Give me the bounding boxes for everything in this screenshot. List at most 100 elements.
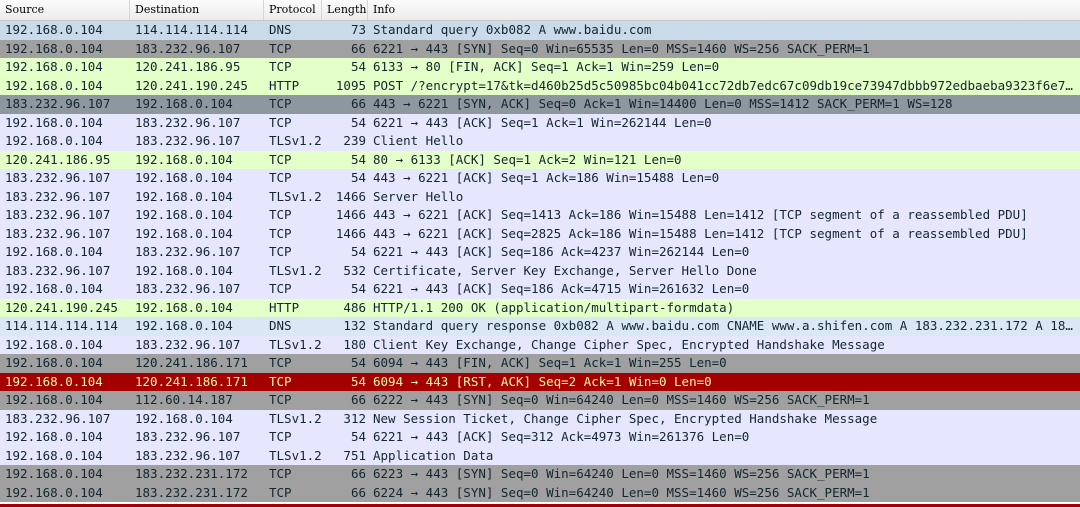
packet-row[interactable]: 192.168.0.104 183.232.96.107 TCP 54 6221 → 4…	[0, 113, 1080, 132]
packet-info-cell: 6224 → 443 [SYN] Seq=0 Win=64240 Len=0 M…	[373, 484, 870, 500]
packet-protocol-cell: TCP	[269, 373, 292, 389]
packet-protocol-cell: TCP	[269, 281, 292, 296]
packet-destination-cell: 192.168.0.104	[135, 207, 233, 222]
packet-row[interactable]: 183.232.96.107 192.168.0.104 TLSv1.2 532 Cer…	[0, 261, 1080, 280]
packet-protocol-cell: TCP	[269, 114, 292, 130]
packet-row[interactable]: 192.168.0.104 120.241.186.171 TCP 54 6094 → …	[0, 372, 1080, 391]
packet-row[interactable]: 192.168.0.104 183.232.96.107 TCP 66 6221 → 4…	[0, 39, 1080, 58]
packet-length-cell: 54	[350, 429, 366, 444]
packet-source-cell: 192.168.0.104	[5, 244, 103, 259]
packet-row[interactable]: 192.168.0.104 114.114.114.114 DNS 73 Standar…	[0, 21, 1080, 40]
packet-row[interactable]: 192.168.0.104 183.232.96.107 TLSv1.2 239 Cli…	[0, 132, 1080, 151]
column-header-protocol[interactable]: Protocol	[264, 0, 322, 20]
packet-protocol-cell: TCP	[269, 151, 292, 167]
packet-destination-cell: 120.241.190.245	[135, 77, 248, 93]
packet-destination-cell: 183.232.231.172	[135, 466, 248, 481]
packet-info-cell: POST /?encrypt=17&tk=d460b25d5c50985bc04…	[373, 77, 1080, 93]
packet-row[interactable]: 183.232.96.107 192.168.0.104 TCP 66 443 → 62…	[0, 95, 1080, 114]
packet-length-cell: 1095	[335, 77, 366, 93]
packet-row[interactable]: 192.168.0.104 183.232.96.107 TCP 54 6221 → 4…	[0, 280, 1080, 299]
packet-source-cell: 192.168.0.104	[5, 59, 103, 74]
packet-source-cell: 192.168.0.104	[5, 40, 103, 56]
packet-row[interactable]: 192.168.0.104 183.232.96.107 TCP 54 6221 → 4…	[0, 428, 1080, 447]
packet-destination-cell: 120.241.186.171	[135, 355, 248, 370]
packet-protocol-cell: TCP	[269, 225, 292, 241]
packet-list-window: Source Destination Protocol Length Info …	[0, 0, 1080, 507]
packet-source-cell: 183.232.96.107	[5, 207, 111, 222]
packet-destination-cell: 120.241.186.95	[135, 59, 241, 74]
packet-row[interactable]: 192.168.0.104 183.232.96.107 TLSv1.2 180 Cli…	[0, 335, 1080, 354]
packet-length-cell: 54	[350, 114, 366, 130]
packet-destination-cell: 192.168.0.104	[135, 151, 233, 167]
packet-length-cell: 54	[350, 170, 366, 185]
packet-destination-cell: 183.232.96.107	[135, 447, 241, 463]
packet-row[interactable]: 183.232.96.107 192.168.0.104 TLSv1.2 312 New…	[0, 409, 1080, 428]
packet-source-cell: 120.241.186.95	[5, 151, 111, 167]
packet-info-cell: Application Data	[373, 447, 494, 463]
packet-row[interactable]: 120.241.186.95 192.168.0.104 TCP 54 80 → 613…	[0, 150, 1080, 169]
packet-source-cell: 192.168.0.104	[5, 373, 103, 389]
column-header-source[interactable]: Source	[0, 0, 130, 20]
packet-protocol-cell: TCP	[269, 244, 292, 259]
column-header-destination[interactable]: Destination	[130, 0, 264, 20]
column-header-length[interactable]: Length	[322, 0, 368, 20]
packet-row[interactable]: 192.168.0.104 183.232.96.107 TCP 54 6221 → 4…	[0, 243, 1080, 262]
packet-protocol-cell: TLSv1.2	[269, 133, 322, 148]
packet-list-header: Source Destination Protocol Length Info	[0, 0, 1080, 21]
packet-length-cell: 54	[350, 281, 366, 296]
packet-source-cell: 114.114.114.114	[5, 318, 118, 333]
packet-length-cell: 66	[350, 392, 366, 407]
packet-destination-cell: 120.241.186.171	[135, 373, 248, 389]
packet-source-cell: 183.232.96.107	[5, 410, 111, 426]
packet-info-cell: 6133 → 80 [FIN, ACK] Seq=1 Ack=1 Win=259…	[373, 59, 720, 74]
packet-source-cell: 192.168.0.104	[5, 429, 103, 444]
packet-source-cell: 192.168.0.104	[5, 466, 103, 481]
packet-info-cell: 443 → 6221 [ACK] Seq=2825 Ack=186 Win=15…	[373, 225, 1028, 241]
packet-info-cell: 443 → 6221 [SYN, ACK] Seq=0 Ack=1 Win=14…	[373, 96, 953, 111]
packet-row[interactable]: 192.168.0.104 112.60.14.187 TCP 66 6222 → 44…	[0, 391, 1080, 410]
packet-length-cell: 180	[343, 336, 366, 352]
column-header-info[interactable]: Info	[368, 0, 1080, 20]
packet-protocol-cell: DNS	[269, 318, 292, 333]
packet-row[interactable]: 114.114.114.114 192.168.0.104 DNS 132 Standa…	[0, 317, 1080, 336]
packet-info-cell: HTTP/1.1 200 OK (application/multipart-f…	[373, 299, 735, 315]
packet-info-cell: Certificate, Server Key Exchange, Server…	[373, 262, 757, 278]
packet-row[interactable]: 183.232.96.107 192.168.0.104 TCP 1466 443 → …	[0, 206, 1080, 225]
packet-length-cell: 532	[343, 262, 366, 278]
packet-destination-cell: 192.168.0.104	[135, 96, 233, 111]
packet-row[interactable]: 183.232.96.107 192.168.0.104 TCP 1466 443 → …	[0, 224, 1080, 243]
packet-info-cell: New Session Ticket, Change Cipher Spec, …	[373, 410, 878, 426]
packet-info-cell: 6222 → 443 [SYN] Seq=0 Win=64240 Len=0 M…	[373, 392, 870, 407]
packet-destination-cell: 183.232.96.107	[135, 133, 241, 148]
packet-source-cell: 183.232.96.107	[5, 170, 111, 185]
packet-protocol-cell: HTTP	[269, 299, 300, 315]
packet-row[interactable]: 183.232.96.107 192.168.0.104 TLSv1.2 1466 Se…	[0, 187, 1080, 206]
packet-info-cell: 6221 → 443 [SYN] Seq=0 Win=65535 Len=0 M…	[373, 40, 870, 56]
packet-length-cell: 66	[350, 96, 366, 111]
packet-info-cell: 443 → 6221 [ACK] Seq=1 Ack=186 Win=15488…	[373, 170, 720, 185]
packet-destination-cell: 183.232.96.107	[135, 114, 241, 130]
packet-source-cell: 183.232.96.107	[5, 188, 111, 204]
packet-length-cell: 1466	[335, 207, 366, 222]
packet-row[interactable]: 192.168.0.104 120.241.186.95 TCP 54 6133 → 8…	[0, 58, 1080, 77]
packet-source-cell: 192.168.0.104	[5, 133, 103, 148]
packet-protocol-cell: TCP	[269, 40, 292, 56]
packet-row[interactable]: 192.168.0.104 183.232.231.172 TCP 66 6223 → …	[0, 465, 1080, 484]
packet-protocol-cell: TLSv1.2	[269, 188, 322, 204]
packet-info-cell: Standard query 0xb082 A www.baidu.com	[373, 22, 652, 37]
packet-row[interactable]: 120.241.190.245 192.168.0.104 HTTP 486 HTTP/…	[0, 298, 1080, 317]
packet-protocol-cell: TCP	[269, 170, 292, 185]
packet-row[interactable]: 192.168.0.104 120.241.190.245 HTTP 1095 POST…	[0, 76, 1080, 95]
packet-source-cell: 183.232.96.107	[5, 96, 111, 111]
packet-source-cell: 192.168.0.104	[5, 22, 103, 37]
packet-destination-cell: 192.168.0.104	[135, 170, 233, 185]
packet-row[interactable]: 192.168.0.104 183.232.231.172 TCP 66 6224 → …	[0, 483, 1080, 502]
packet-row[interactable]: 192.168.0.104 183.232.96.107 TLSv1.2 751 App…	[0, 446, 1080, 465]
packet-protocol-cell: TLSv1.2	[269, 336, 322, 352]
packet-row[interactable]: 183.232.96.107 192.168.0.104 TCP 54 443 → 62…	[0, 169, 1080, 188]
packet-length-cell: 239	[343, 133, 366, 148]
packet-row[interactable]: 192.168.0.104 120.241.186.171 TCP 54 6094 → …	[0, 354, 1080, 373]
packet-destination-cell: 192.168.0.104	[135, 299, 233, 315]
packet-info-cell: 6221 → 443 [ACK] Seq=1 Ack=1 Win=262144 …	[373, 114, 712, 130]
packet-source-cell: 192.168.0.104	[5, 281, 103, 296]
